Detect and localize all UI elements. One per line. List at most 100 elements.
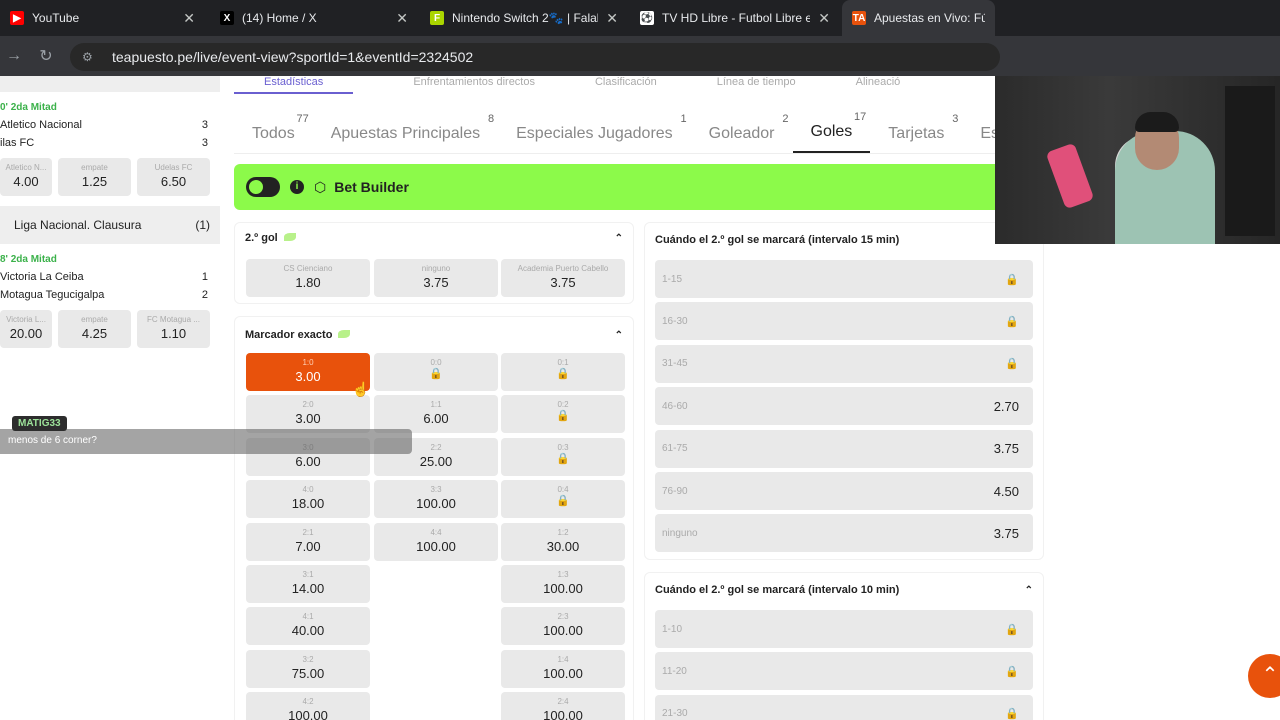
match-card[interactable]: 0' 2da Mitad Atletico Nacional 3 ilas FC 3… — [0, 102, 220, 196]
score-label: 2:3 — [557, 612, 569, 622]
tab-tvhd[interactable]: ⚽ TV HD Libre - Futbol Libre en vi ✕ — [630, 0, 840, 36]
bet-builder-toggle[interactable] — [246, 177, 280, 197]
score-label: 1:2 — [557, 527, 569, 537]
score-odd-button[interactable]: 2:0 3.00 — [246, 395, 370, 434]
interval-odd-row[interactable]: 21-30 🔒 — [655, 694, 1033, 720]
webcam-shelf — [1225, 86, 1275, 236]
score-odd-button[interactable]: 3:2 75.00 — [246, 649, 370, 688]
score-odd-button[interactable]: 2:1 7.00 — [246, 522, 370, 561]
forward-icon[interactable]: → — [0, 47, 28, 65]
chevron-up-icon[interactable]: ⌃ — [615, 330, 623, 341]
tab-principales[interactable]: Apuestas Principales 8 — [313, 113, 498, 153]
scroll-top-button[interactable]: ⌃ — [1248, 654, 1280, 698]
tab-x[interactable]: X (14) Home / X ✕ — [210, 0, 418, 36]
score-odd-button[interactable]: 4:1 40.00 — [246, 607, 370, 646]
score-odd-button[interactable]: 3:1 14.00 — [246, 565, 370, 603]
score-odd-button[interactable]: 1:2 30.00 — [501, 522, 625, 561]
odd-value: 3.75 — [423, 275, 449, 290]
score-value: 100.00 — [416, 538, 456, 554]
score-odd-button[interactable]: 2:3 100.00 — [501, 607, 625, 646]
score-odd-button[interactable]: 2:4 100.00 — [501, 692, 625, 720]
interval-odd-row[interactable]: 76-90 4.50 — [655, 472, 1033, 510]
odd-button[interactable]: Academia Puerto Cabello 3.75 — [501, 259, 625, 297]
team-name: Victoria La Ceiba — [0, 271, 84, 283]
close-icon[interactable]: ✕ — [606, 10, 618, 27]
score-odd-button[interactable]: 0:3 🔒 — [501, 437, 625, 476]
odd-button[interactable]: empate 1.25 — [58, 158, 131, 196]
interval-odd-row[interactable]: ninguno 3.75 — [655, 514, 1033, 553]
interval-label: 16-30 — [662, 315, 688, 327]
interval-label: 76-90 — [662, 485, 688, 497]
score-odd-button[interactable]: 0:0 🔒 — [374, 353, 498, 391]
odd-button[interactable]: ninguno 3.75 — [374, 259, 498, 297]
close-icon[interactable]: ✕ — [183, 10, 195, 27]
score-odd-button[interactable]: 4:4 100.00 — [374, 522, 498, 561]
site-info-icon[interactable]: ⚙ — [82, 50, 96, 64]
lock-icon: 🔒 — [1005, 358, 1019, 371]
subnav-timeline[interactable]: Línea de tiempo — [717, 76, 796, 94]
team-name: ilas FC — [0, 137, 35, 149]
tab-todos[interactable]: Todos 77 — [234, 113, 313, 153]
tab-goles[interactable]: Goles 17 — [792, 111, 871, 153]
reload-icon[interactable]: ↻ — [32, 46, 60, 66]
subnav-lineups[interactable]: Alineació — [856, 76, 901, 94]
info-icon[interactable]: i — [290, 180, 304, 194]
interval-odd-row[interactable]: 16-30 🔒 — [655, 302, 1033, 341]
odd-value: 3.75 — [550, 275, 576, 290]
score-odd-button[interactable]: 0:2 🔒 — [501, 395, 625, 434]
tab-count: 8 — [488, 113, 495, 125]
score-odd-button[interactable]: 0:4 🔒 — [501, 480, 625, 519]
score-odd-button[interactable]: 1:1 6.00 — [374, 395, 498, 434]
address-bar[interactable]: ⚙ teapuesto.pe/live/event-view?sportId=1… — [70, 43, 1000, 71]
score-odd-button[interactable]: 4:2 100.00 — [246, 692, 370, 720]
close-icon[interactable]: ✕ — [396, 10, 408, 27]
score-odd-button[interactable]: 4:0 18.00 — [246, 480, 370, 519]
odd-button[interactable]: Atletico N... 4.00 — [0, 158, 52, 196]
score-value: 100.00 — [416, 496, 456, 512]
interval-odd-row[interactable]: 46-60 2.70 — [655, 387, 1033, 426]
odd-button[interactable]: CS Cienciano 1.80 — [246, 259, 370, 297]
market-title: Cuándo el 2.º gol se marcará (intervalo … — [655, 234, 900, 246]
chevron-up-icon[interactable]: ⌃ — [615, 233, 623, 244]
market-header[interactable]: Cuándo el 2.º gol se marcará (intervalo … — [645, 573, 1043, 607]
live-sidebar: 0' 2da Mitad Atletico Nacional 3 ilas FC 3… — [0, 76, 220, 720]
score-odd-button[interactable]: 3:3 100.00 — [374, 480, 498, 519]
chevron-up-icon[interactable]: ⌃ — [1025, 585, 1033, 596]
interval-odd-row[interactable]: 61-75 3.75 — [655, 429, 1033, 468]
odd-value: 20.00 — [9, 326, 43, 341]
league-header[interactable]: Liga Nacional. Clausura (1) — [0, 206, 220, 244]
odd-value: 1.80 — [295, 275, 321, 290]
market-header[interactable]: Marcador exacto ⌃ — [235, 317, 633, 353]
score-value: 100.00 — [543, 623, 583, 639]
interval-odd-row[interactable]: 1-10 🔒 — [655, 610, 1033, 648]
odd-button[interactable]: Victoria L... 20.00 — [0, 310, 52, 348]
score-odd-button[interactable]: 1:3 100.00 — [501, 565, 625, 603]
score-odd-button[interactable]: 1:4 100.00 — [501, 649, 625, 688]
interval-value: 3.75 — [993, 525, 1019, 541]
odd-label: FC Motagua ... — [147, 315, 200, 324]
tab-youtube[interactable]: ▶ YouTube ✕ — [0, 0, 205, 36]
tab-count: 1 — [680, 113, 687, 125]
match-card[interactable]: 8' 2da Mitad Victoria La Ceiba 1 Motagua … — [0, 254, 220, 348]
subnav-stats[interactable]: Estadísticas — [234, 76, 354, 94]
tab-teapuesto[interactable]: TA Apuestas en Vivo: Fútbol y — [842, 0, 995, 36]
subnav-standings[interactable]: Clasificación — [595, 76, 657, 94]
market-header[interactable]: 2.º gol ⌃ — [235, 223, 633, 253]
tab-jugadores[interactable]: Especiales Jugadores 1 — [498, 113, 691, 153]
score-value: 18.00 — [291, 496, 325, 512]
tab-goleador[interactable]: Goleador 2 — [691, 113, 793, 153]
tab-tarjetas[interactable]: Tarjetas 3 — [870, 113, 962, 153]
odd-button[interactable]: FC Motagua ... 1.10 — [137, 310, 210, 348]
subnav-h2h[interactable]: Enfrentamientos directos — [413, 76, 535, 94]
interval-odd-row[interactable]: 11-20 🔒 — [655, 652, 1033, 691]
odd-button[interactable]: empate 4.25 — [58, 310, 131, 348]
interval-odd-row[interactable]: 1-15 🔒 — [655, 260, 1033, 298]
team-row: ilas FC 3 — [0, 134, 210, 152]
lock-icon: 🔒 — [429, 368, 443, 380]
tab-falabella[interactable]: F Nintendo Switch 2🐾 | Falabell ✕ — [420, 0, 628, 36]
score-odd-button[interactable]: 0:1 🔒 — [501, 353, 625, 391]
close-icon[interactable]: ✕ — [818, 10, 830, 27]
interval-odd-row[interactable]: 31-45 🔒 — [655, 344, 1033, 383]
market-header[interactable]: Cuándo el 2.º gol se marcará (intervalo … — [645, 223, 1043, 257]
odd-button[interactable]: Udelas FC 6.50 — [137, 158, 210, 196]
